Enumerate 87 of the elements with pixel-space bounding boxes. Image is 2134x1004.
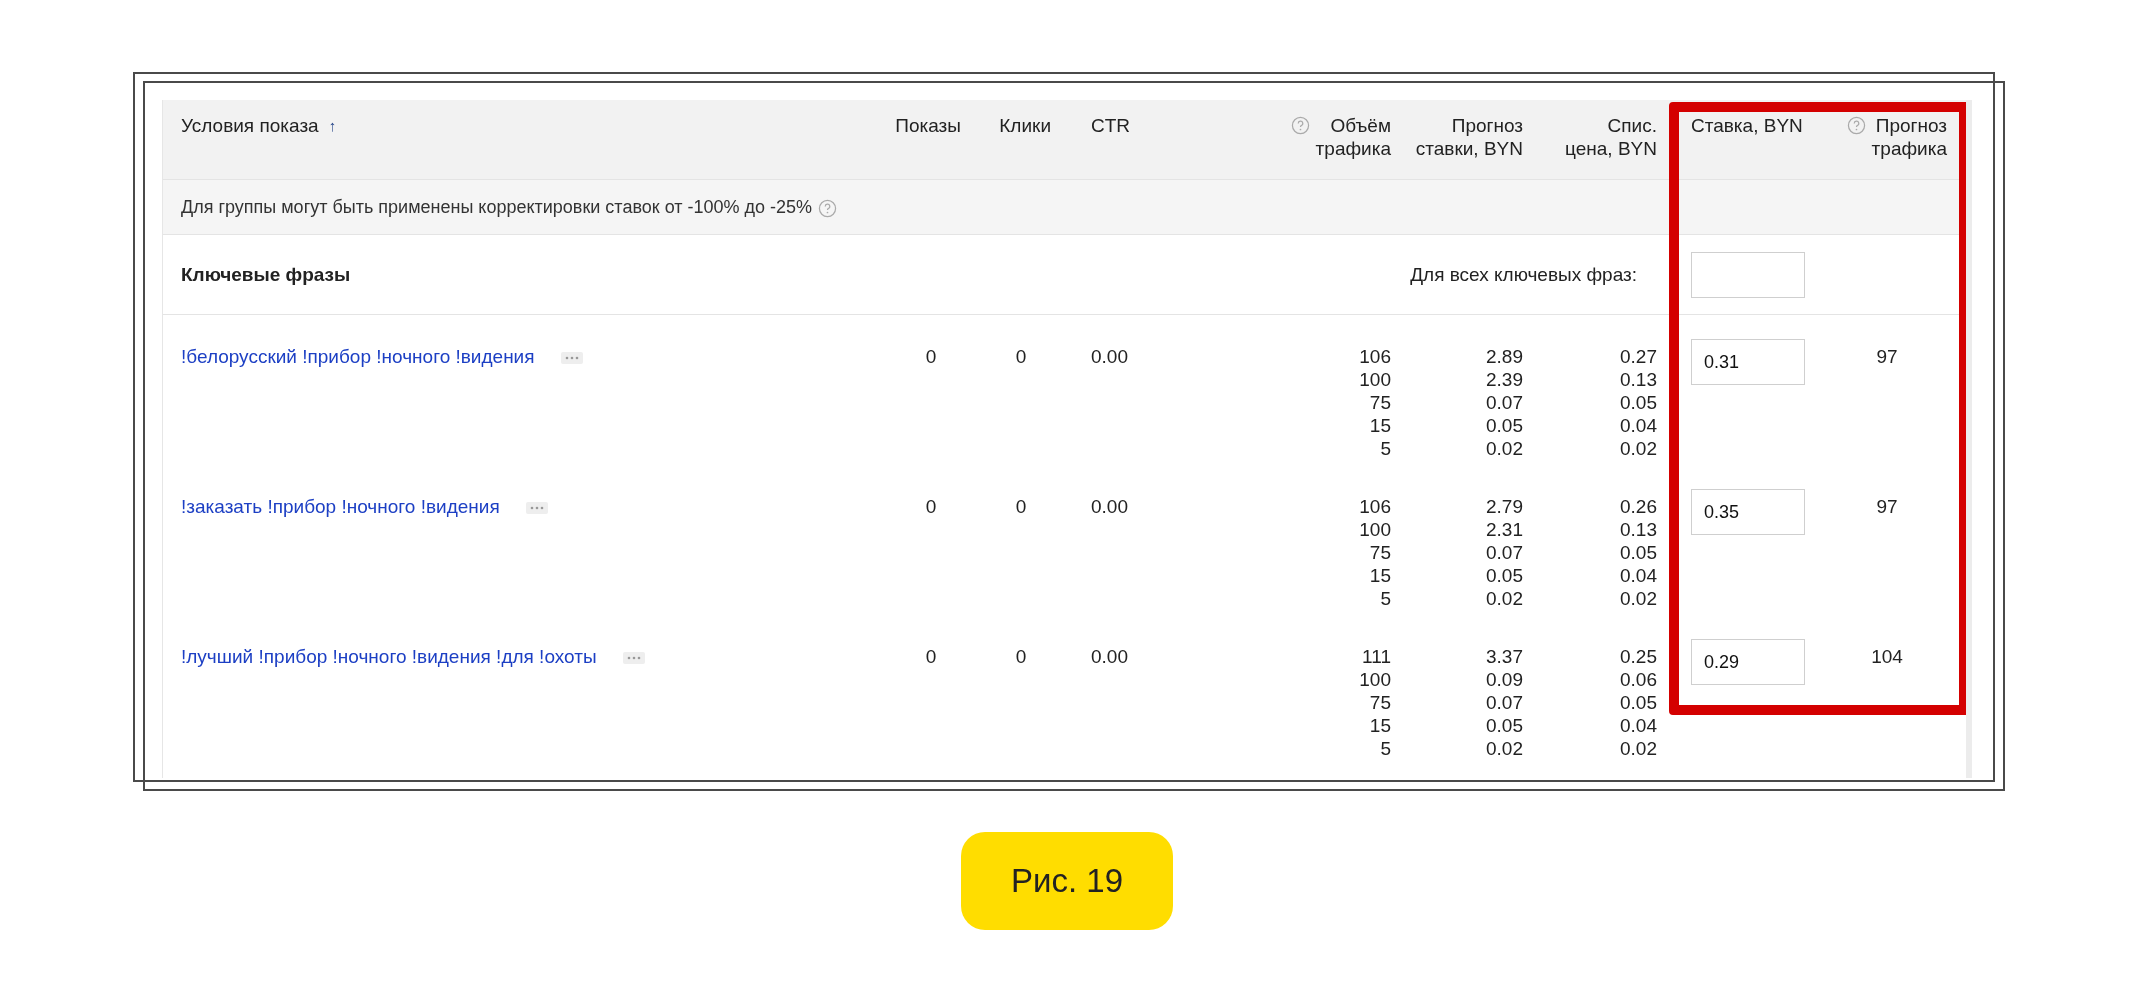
ctr-value: 0.00 <box>1091 346 1128 367</box>
more-button[interactable] <box>525 502 548 514</box>
list-price: 0.25 <box>1619 645 1657 668</box>
traffic-volume: 15 <box>1368 414 1391 437</box>
clicks-value: 0 <box>1015 646 1027 667</box>
column-header[interactable]: Показы <box>895 114 961 137</box>
bid-forecast: 0.02 <box>1485 437 1523 460</box>
bid-forecast: 2.39 <box>1485 368 1523 391</box>
bid-forecast: 0.05 <box>1485 564 1523 587</box>
more-button[interactable] <box>560 352 583 364</box>
more-icon <box>529 506 544 510</box>
ctr-value: 0.00 <box>1091 496 1128 517</box>
column-header[interactable]: CTR <box>1091 114 1131 137</box>
traffic-volume: 75 <box>1368 541 1391 564</box>
list-price: 0.05 <box>1619 691 1657 714</box>
shows-value: 0 <box>925 346 937 367</box>
keyword-link[interactable]: !заказать !прибор !ночного !видения <box>181 496 500 517</box>
bid-forecast: 3.37 <box>1485 645 1523 668</box>
traffic-forecast: 97 <box>1876 496 1898 517</box>
bid-forecast: 0.07 <box>1485 691 1523 714</box>
help-icon[interactable] <box>818 198 838 218</box>
traffic-volume: 5 <box>1379 737 1391 760</box>
traffic-volume: 100 <box>1358 668 1391 691</box>
column-header[interactable]: Прогноз трафика <box>1871 114 1947 160</box>
bid-forecast: 0.07 <box>1485 541 1523 564</box>
more-button[interactable] <box>622 652 645 664</box>
traffic-volume: 75 <box>1368 691 1391 714</box>
traffic-volume: 111 <box>1361 645 1391 668</box>
traffic-volume: 106 <box>1358 495 1391 518</box>
traffic-volume: 100 <box>1358 518 1391 541</box>
bid-forecast: 0.07 <box>1485 391 1523 414</box>
keyword-link[interactable]: !лучший !прибор !ночного !видения !для !охоты <box>181 646 597 667</box>
list-price: 0.27 <box>1619 345 1657 368</box>
list-price: 0.04 <box>1619 714 1657 737</box>
column-header[interactable]: Спис. цена, BYN <box>1565 114 1657 160</box>
bid-forecast: 0.05 <box>1485 714 1523 737</box>
column-header[interactable]: Прогноз ставки, BYN <box>1415 114 1523 160</box>
traffic-volume: 106 <box>1358 345 1391 368</box>
list-price: 0.13 <box>1619 518 1657 541</box>
list-price: 0.04 <box>1619 414 1657 437</box>
list-price: 0.04 <box>1619 564 1657 587</box>
list-price: 0.13 <box>1619 368 1657 391</box>
clicks-value: 0 <box>1015 346 1027 367</box>
shows-value: 0 <box>925 496 937 517</box>
figure-caption: Рис. 19 <box>961 832 1173 930</box>
bid-forecast: 0.09 <box>1485 668 1523 691</box>
traffic-forecast: 104 <box>1871 646 1903 667</box>
traffic-volume: 75 <box>1368 391 1391 414</box>
list-price: 0.06 <box>1619 668 1657 691</box>
help-icon[interactable] <box>1290 116 1310 135</box>
column-header[interactable]: Ставка, BYN <box>1691 114 1803 137</box>
list-price: 0.02 <box>1619 737 1657 760</box>
more-icon <box>564 356 579 360</box>
list-price: 0.02 <box>1619 587 1657 610</box>
more-icon <box>626 656 641 660</box>
bid-input[interactable] <box>1691 251 1805 298</box>
bid-input[interactable]: 0.31 <box>1691 339 1805 385</box>
keyword-link[interactable]: !белорусский !прибор !ночного !видения <box>181 346 535 367</box>
bid-input[interactable]: 0.29 <box>1691 639 1805 685</box>
help-icon[interactable] <box>1846 116 1866 135</box>
ctr-value: 0.00 <box>1091 646 1128 667</box>
bid-forecast: 0.05 <box>1485 414 1523 437</box>
all-phrases-label: Для всех ключевых фраз: <box>1410 263 1637 286</box>
column-header[interactable]: Объём трафика <box>1315 114 1391 160</box>
bid-forecast: 0.02 <box>1485 587 1523 610</box>
traffic-volume: 15 <box>1368 714 1391 737</box>
bid-forecast: 2.31 <box>1485 518 1523 541</box>
sort-arrow[interactable]: ↑ <box>328 114 337 137</box>
bid-forecast: 2.89 <box>1485 345 1523 368</box>
list-price: 0.02 <box>1619 437 1657 460</box>
bid-forecast: 2.79 <box>1485 495 1523 518</box>
column-header[interactable]: Условия показа <box>181 114 319 137</box>
traffic-volume: 5 <box>1379 587 1391 610</box>
bid-input[interactable]: 0.35 <box>1691 489 1805 535</box>
shows-value: 0 <box>925 646 937 667</box>
traffic-forecast: 97 <box>1876 346 1898 367</box>
traffic-volume: 5 <box>1379 437 1391 460</box>
list-price: 0.05 <box>1619 541 1657 564</box>
notice-text: Для группы могут быть применены корректировки ставок от -100% до -25% <box>181 196 813 218</box>
group-title: Ключевые фразы <box>181 263 351 286</box>
clicks-value: 0 <box>1015 496 1027 517</box>
column-header[interactable]: Клики <box>999 114 1051 137</box>
traffic-volume: 100 <box>1358 368 1391 391</box>
list-price: 0.05 <box>1619 391 1657 414</box>
list-price: 0.26 <box>1619 495 1657 518</box>
traffic-volume: 15 <box>1368 564 1391 587</box>
bid-forecast: 0.02 <box>1485 737 1523 760</box>
